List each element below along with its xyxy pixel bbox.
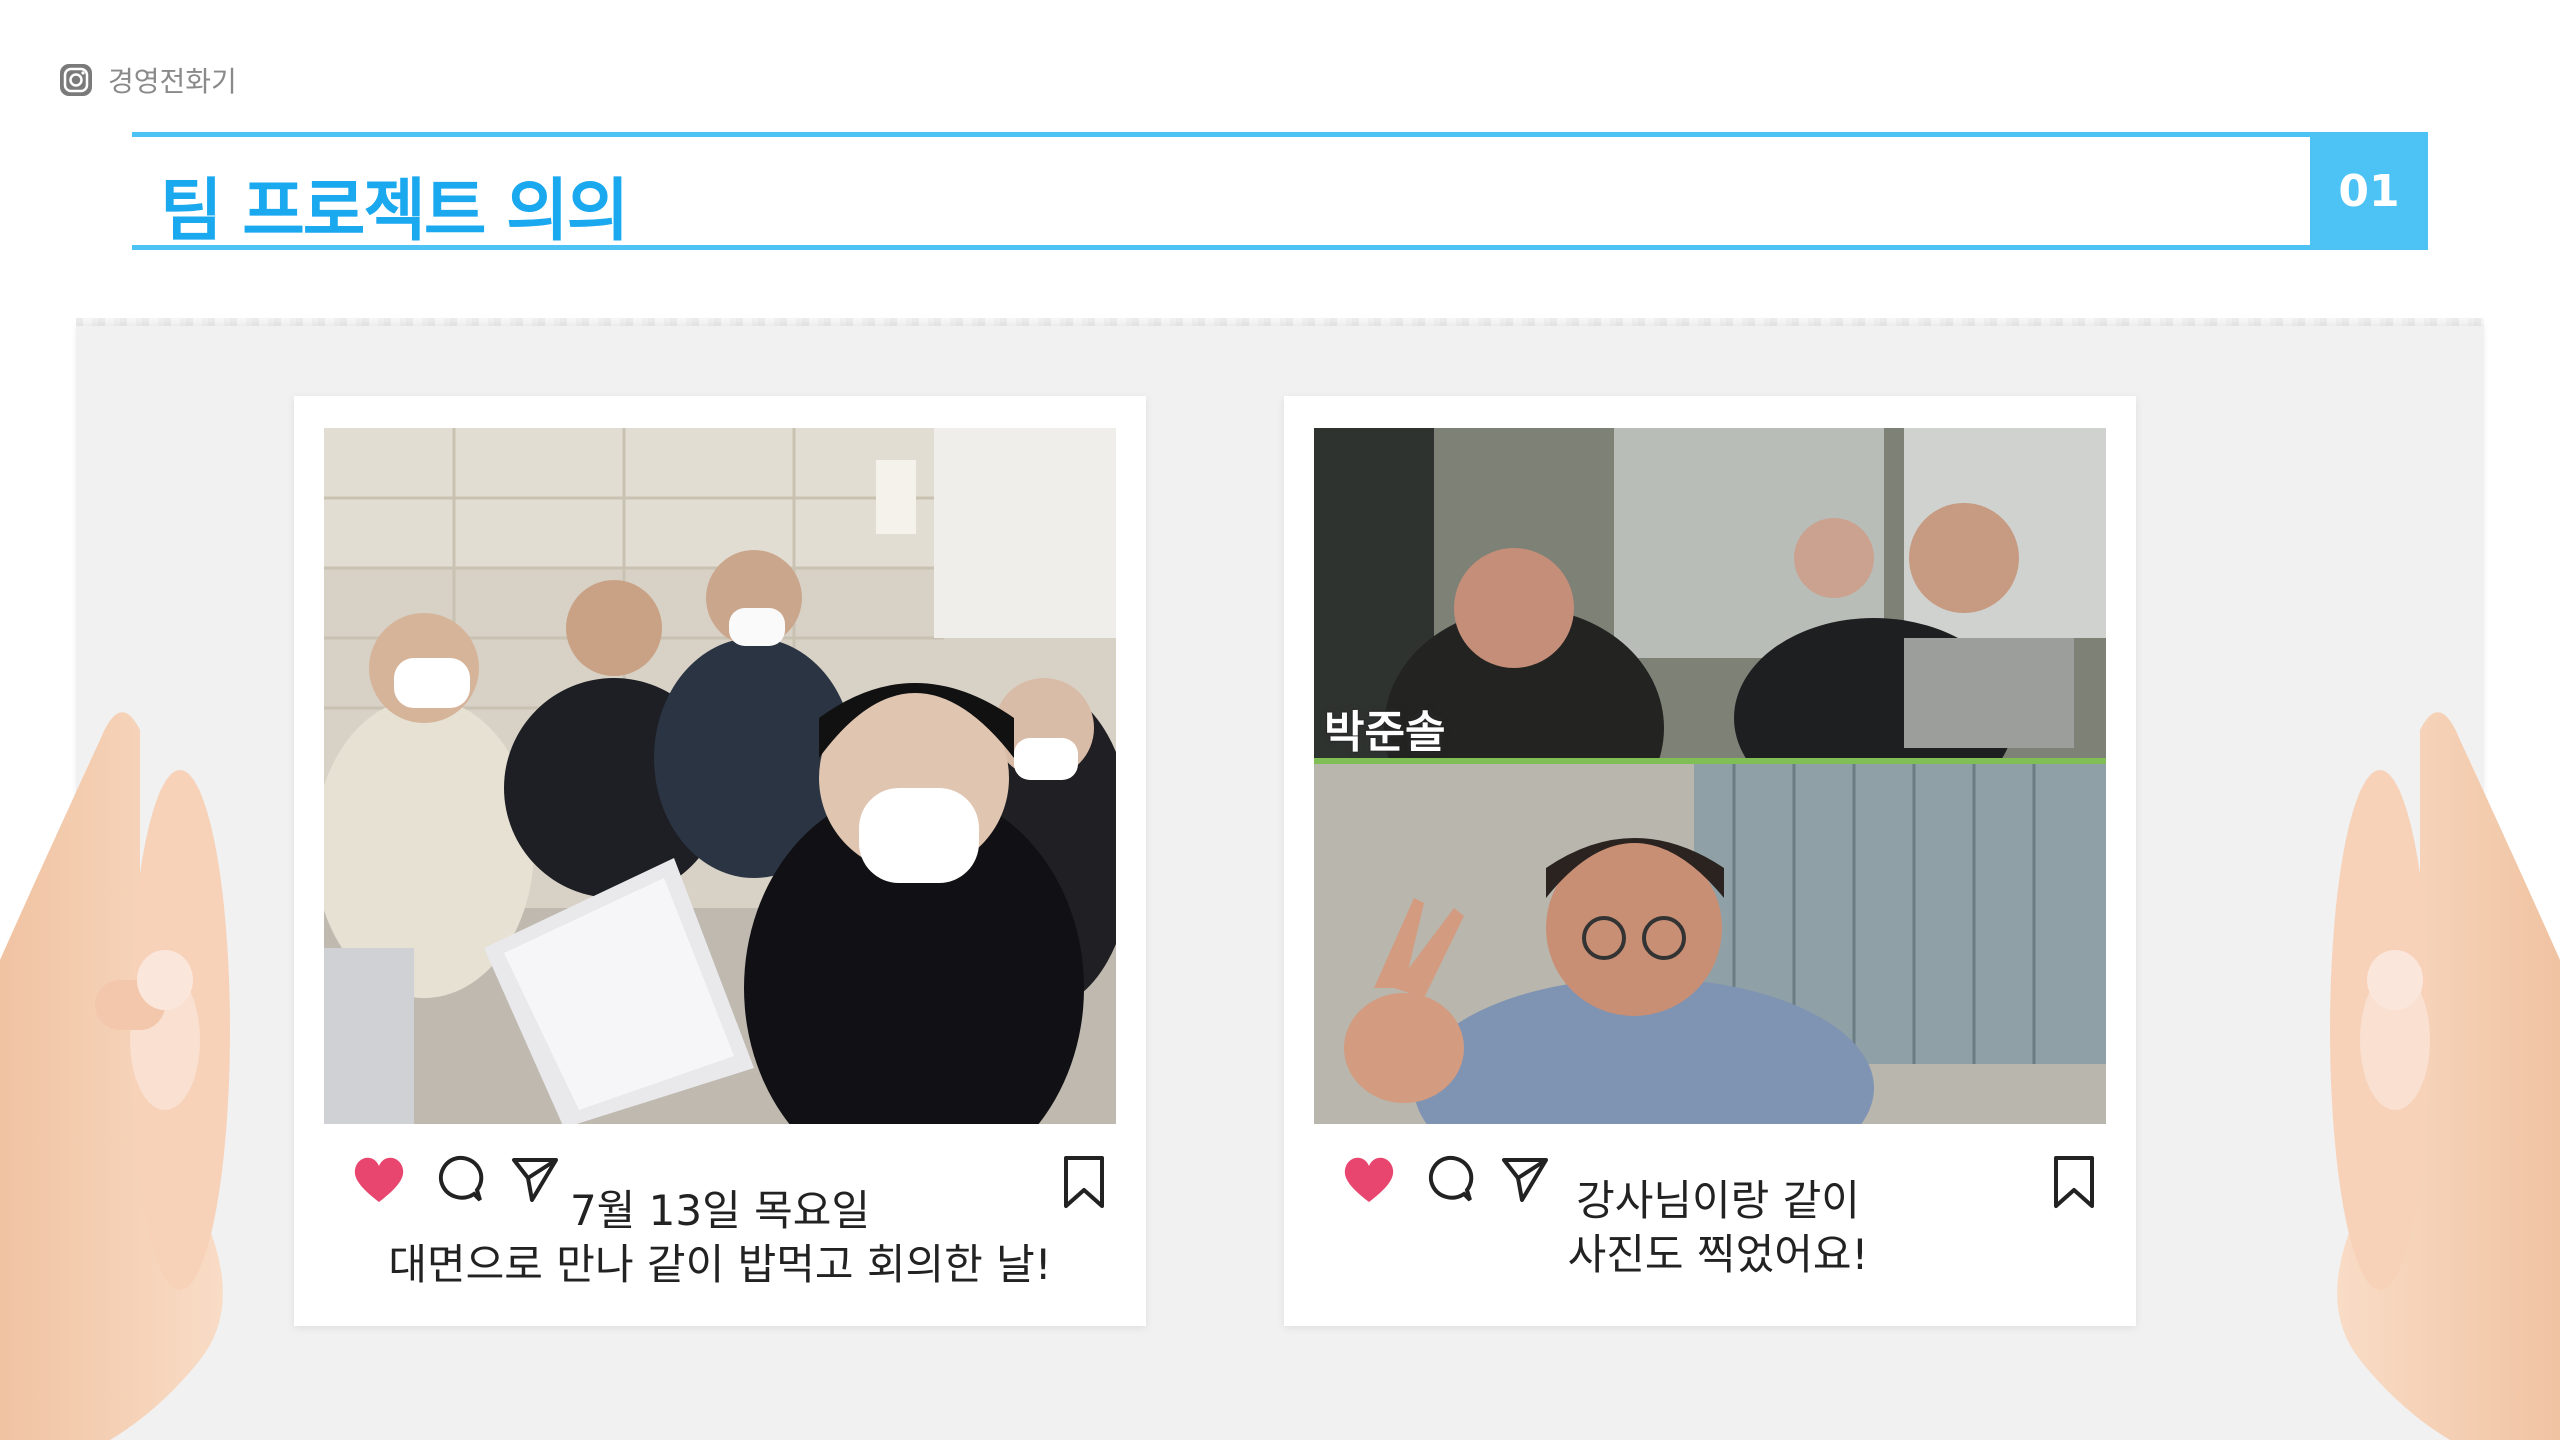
section-number: 01 (2310, 132, 2428, 250)
video-call-photo: 박준솔 (1314, 428, 2106, 1124)
post-card-1: 7월 13일 목요일 대면으로 만나 같이 밥먹고 회의한 날! (294, 396, 1146, 1326)
group-selfie-photo (324, 428, 1116, 1124)
page-title: 팀 프로젝트 의의 (160, 172, 629, 251)
video-name-label: 박준솔 (1324, 707, 1446, 758)
left-hand-illustration (0, 670, 240, 1440)
caption-line-2: 사진도 찍었어요! (1567, 1230, 1869, 1279)
post-card-2: 박준솔 강사님이랑 같이 사진도 찍었어요! (1284, 396, 2136, 1326)
instagram-icon (58, 62, 94, 98)
title-bar: 팀 프로젝트 의의 01 (132, 132, 2428, 251)
caption-line-2: 대면으로 만나 같이 밥먹고 회의한 날! (388, 1240, 1052, 1289)
right-hand-illustration (2320, 670, 2560, 1440)
caption-line-1: 강사님이랑 같이 (1576, 1176, 1860, 1225)
brand-name: 경영전화기 (108, 65, 237, 98)
brand: 경영전화기 (58, 60, 237, 100)
caption-line-1: 7월 13일 목요일 (569, 1186, 871, 1235)
bookmark-icon[interactable] (2052, 1154, 2096, 1214)
heart-icon[interactable] (1342, 1154, 1396, 1204)
